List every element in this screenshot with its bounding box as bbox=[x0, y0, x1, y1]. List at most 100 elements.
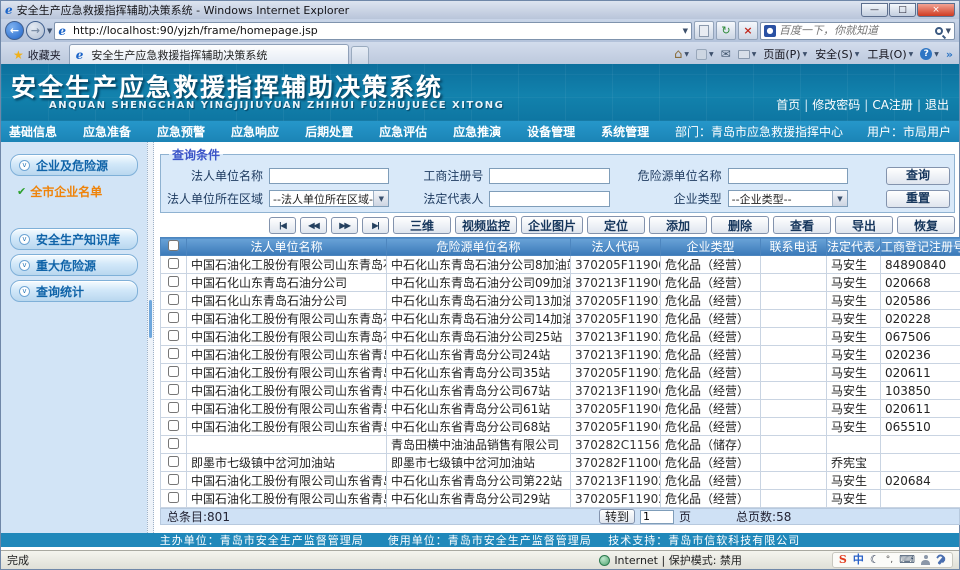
corp-name-input[interactable] bbox=[269, 168, 389, 184]
frame-splitter[interactable] bbox=[147, 142, 154, 533]
row-checkbox[interactable] bbox=[168, 312, 179, 323]
header-link-1[interactable]: 首页 bbox=[776, 96, 800, 113]
moon-icon[interactable]: ☾ bbox=[870, 553, 880, 567]
cell: 中国石油化工股份有限公司山东省青岛分公司 bbox=[187, 400, 387, 418]
row-checkbox[interactable] bbox=[168, 456, 179, 467]
sogou-icon[interactable]: S bbox=[839, 553, 847, 567]
hazard-name-input[interactable] bbox=[728, 168, 848, 184]
help-button[interactable]: ?▼ bbox=[920, 48, 939, 60]
scrollbar-thumb[interactable] bbox=[149, 300, 152, 338]
row-checkbox[interactable] bbox=[168, 474, 179, 485]
nav-item-2[interactable]: 应急准备 bbox=[83, 123, 131, 140]
cell: 020611 bbox=[881, 400, 960, 418]
sidebar-item-active[interactable]: ✔全市企业名单 bbox=[1, 180, 147, 210]
wrench-icon[interactable] bbox=[936, 555, 946, 566]
forward-button[interactable]: → bbox=[26, 21, 45, 40]
new-tab-button[interactable] bbox=[351, 46, 369, 64]
query-button[interactable]: 查询 bbox=[886, 167, 950, 185]
feeds-button[interactable]: ▼ bbox=[696, 49, 714, 60]
toolbar-button-8[interactable]: 导出 bbox=[835, 216, 893, 234]
tab-active[interactable]: e 安全生产应急救援指挥辅助决策系统 bbox=[69, 44, 349, 64]
search-input[interactable] bbox=[779, 24, 932, 37]
pager-prev-button[interactable]: ◀◀ bbox=[300, 217, 327, 234]
row-checkbox[interactable] bbox=[168, 276, 179, 287]
row-checkbox[interactable] bbox=[168, 258, 179, 269]
sidebar-group-2[interactable]: 安全生产知识库 bbox=[10, 228, 138, 250]
recent-pages-dropdown[interactable]: ▼ bbox=[47, 27, 52, 35]
back-button[interactable]: ← bbox=[5, 21, 24, 40]
select-all-checkbox[interactable] bbox=[168, 240, 179, 251]
keyboard-icon[interactable]: ⌨ bbox=[899, 553, 915, 567]
header-link-2[interactable]: 修改密码 bbox=[812, 96, 860, 113]
toolbar-button-7[interactable]: 查看 bbox=[773, 216, 831, 234]
pager-first-button[interactable]: |◀ bbox=[269, 217, 296, 234]
cell bbox=[761, 400, 827, 418]
row-checkbox[interactable] bbox=[168, 348, 179, 359]
home-button[interactable]: ⌂▼ bbox=[674, 47, 689, 62]
cell: 370213F119025 bbox=[571, 328, 661, 346]
command-button-1[interactable]: 页面(P)▼ bbox=[763, 46, 807, 62]
reset-button[interactable]: 重置 bbox=[886, 190, 950, 208]
reg-no-input[interactable] bbox=[489, 168, 609, 184]
row-checkbox[interactable] bbox=[168, 438, 179, 449]
region-select[interactable]: --法人单位所在区域--▼ bbox=[269, 190, 389, 207]
row-checkbox[interactable] bbox=[168, 420, 179, 431]
command-button-3[interactable]: 工具(O)▼ bbox=[867, 46, 913, 62]
nav-item-1[interactable]: 基础信息 bbox=[9, 123, 57, 140]
tab-ie-icon: e bbox=[76, 48, 84, 62]
command-button-2[interactable]: 安全(S)▼ bbox=[815, 46, 859, 62]
row-checkbox[interactable] bbox=[168, 384, 179, 395]
goto-page-button[interactable]: 转到 bbox=[599, 509, 635, 524]
toolbar-overflow-chevron[interactable]: » bbox=[946, 48, 953, 61]
row-checkbox[interactable] bbox=[168, 366, 179, 377]
maximize-button[interactable]: □ bbox=[889, 3, 916, 17]
sidebar-group-label: 企业及危险源 bbox=[36, 157, 108, 174]
header-link-4[interactable]: 退出 bbox=[925, 96, 949, 113]
row-checkbox[interactable] bbox=[168, 330, 179, 341]
nav-item-5[interactable]: 后期处置 bbox=[305, 123, 353, 140]
url-input[interactable] bbox=[73, 24, 680, 37]
favorites-button[interactable]: ★ 收藏夹 bbox=[5, 45, 69, 64]
nav-item-6[interactable]: 应急评估 bbox=[379, 123, 427, 140]
address-dropdown[interactable]: ▼ bbox=[683, 27, 688, 35]
sidebar-group-3[interactable]: 重大危险源 bbox=[10, 254, 138, 276]
toolbar-button-6[interactable]: 删除 bbox=[711, 216, 769, 234]
nav-item-9[interactable]: 系统管理 bbox=[601, 123, 649, 140]
close-button[interactable]: × bbox=[917, 3, 955, 17]
toolbar-button-2[interactable]: 视频监控 bbox=[455, 216, 517, 234]
nav-item-7[interactable]: 应急推演 bbox=[453, 123, 501, 140]
minimize-button[interactable]: — bbox=[861, 3, 888, 17]
toolbar-button-3[interactable]: 企业图片 bbox=[521, 216, 583, 234]
print-button[interactable]: ▼ bbox=[738, 50, 757, 59]
header-link-3[interactable]: CA注册 bbox=[872, 96, 913, 113]
read-mail-button[interactable]: ✉ bbox=[721, 47, 731, 61]
nav-item-4[interactable]: 应急响应 bbox=[231, 123, 279, 140]
row-checkbox[interactable] bbox=[168, 294, 179, 305]
search-dropdown[interactable]: ▼ bbox=[946, 27, 951, 35]
punct-icon[interactable]: °, bbox=[886, 553, 893, 567]
row-checkbox[interactable] bbox=[168, 492, 179, 503]
stop-button[interactable]: × bbox=[738, 21, 758, 40]
company-type-select[interactable]: --企业类型--▼ bbox=[728, 190, 848, 207]
browser-window: e 安全生产应急救援指挥辅助决策系统 - Windows Internet Ex… bbox=[0, 0, 960, 570]
cell: 中国石油化工股份有限公司山东省青岛分公司 bbox=[187, 418, 387, 436]
toolbar-button-5[interactable]: 添加 bbox=[649, 216, 707, 234]
toolbar-button-1[interactable]: 三维 bbox=[393, 216, 451, 234]
toolbar-button-4[interactable]: 定位 bbox=[587, 216, 645, 234]
pager-last-button[interactable]: ▶| bbox=[362, 217, 389, 234]
sidebar-group-4[interactable]: 查询统计 bbox=[10, 280, 138, 302]
search-icon[interactable] bbox=[935, 27, 943, 35]
refresh-button[interactable]: ↻ bbox=[716, 21, 736, 40]
nav-item-3[interactable]: 应急预警 bbox=[157, 123, 205, 140]
compatibility-view-button[interactable] bbox=[694, 21, 714, 40]
chinese-icon[interactable]: 中 bbox=[853, 553, 864, 567]
nav-item-8[interactable]: 设备管理 bbox=[527, 123, 575, 140]
toolbar-button-9[interactable]: 恢复 bbox=[897, 216, 955, 234]
legal-rep-input[interactable] bbox=[489, 191, 609, 207]
page-number-input[interactable] bbox=[640, 510, 674, 524]
row-checkbox[interactable] bbox=[168, 402, 179, 413]
person-icon[interactable] bbox=[921, 555, 930, 566]
sidebar-group-1[interactable]: 企业及危险源 bbox=[10, 154, 138, 176]
pager-next-button[interactable]: ▶▶ bbox=[331, 217, 358, 234]
column-header-1: 法人单位名称 bbox=[187, 238, 387, 256]
